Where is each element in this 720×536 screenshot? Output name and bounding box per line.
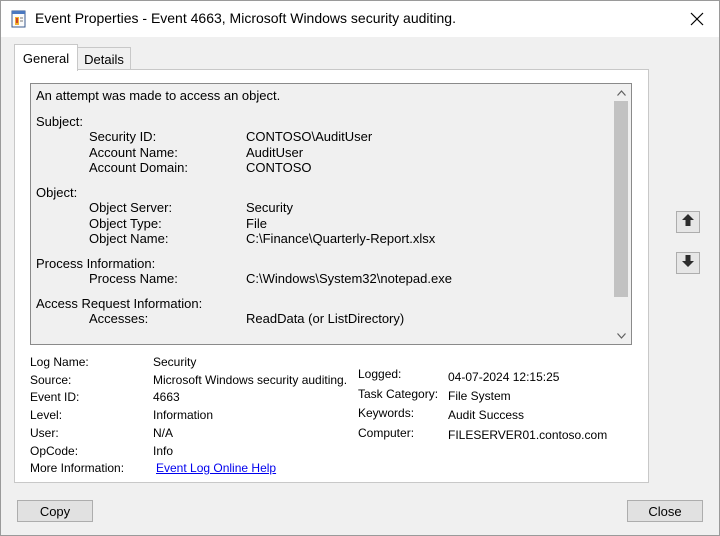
tab-details[interactable]: Details bbox=[77, 47, 131, 71]
section-heading-subject: Subject: bbox=[36, 113, 83, 129]
keywords-value: Audit Success bbox=[448, 408, 525, 422]
field-value: C:\Finance\Quarterly-Report.xlsx bbox=[246, 231, 436, 246]
level-value: Information bbox=[153, 408, 214, 422]
event-description-text: An attempt was made to access an object.… bbox=[36, 88, 611, 327]
more-information-label: More Information: bbox=[30, 461, 125, 475]
computer-value: FILESERVER01.contoso.com bbox=[448, 428, 608, 442]
event-id-value: 4663 bbox=[153, 390, 180, 404]
keywords-label: Keywords: bbox=[358, 406, 415, 420]
section-heading-object: Object: bbox=[36, 184, 78, 200]
section-heading-access-request: Access Request Information: bbox=[36, 295, 203, 311]
event-id-label: Event ID: bbox=[30, 390, 80, 404]
logged-value: 04-07-2024 12:15:25 bbox=[448, 370, 560, 384]
description-scrollbar[interactable] bbox=[612, 84, 630, 344]
field-value: File bbox=[246, 215, 267, 231]
field-value: CONTOSO\AuditUser bbox=[246, 129, 373, 144]
opcode-value: Info bbox=[153, 444, 174, 458]
field-label: Accesses: bbox=[89, 311, 149, 326]
field-value: AuditUser bbox=[246, 144, 304, 160]
event-properties-window: Event Properties - Event 4663, Microsoft… bbox=[0, 0, 720, 536]
field-value: C:\Windows\System32\notepad.exe bbox=[246, 271, 452, 286]
task-category-value: File System bbox=[448, 389, 511, 403]
opcode-label: OpCode: bbox=[30, 444, 79, 458]
close-button[interactable]: Close bbox=[627, 500, 703, 522]
tab-general[interactable]: General bbox=[14, 44, 78, 71]
copy-button[interactable]: Copy bbox=[17, 500, 93, 522]
log-name-value: Security bbox=[153, 355, 197, 369]
level-label: Level: bbox=[30, 408, 63, 422]
event-description-box[interactable]: An attempt was made to access an object.… bbox=[30, 83, 632, 345]
user-value: N/A bbox=[153, 426, 174, 440]
field-label: Object Type: bbox=[89, 215, 162, 231]
source-value: Microsoft Windows security auditing. bbox=[153, 373, 348, 387]
next-event-button[interactable] bbox=[676, 252, 700, 274]
field-value: ReadData (or ListDirectory) bbox=[246, 311, 405, 326]
field-value: Security bbox=[246, 200, 293, 215]
previous-event-button[interactable] bbox=[676, 211, 700, 233]
field-label: Process Name: bbox=[89, 271, 178, 286]
arrow-up-icon bbox=[681, 213, 695, 232]
field-label: Object Server: bbox=[89, 200, 173, 215]
computer-label: Computer: bbox=[358, 426, 415, 440]
field-label: Object Name: bbox=[89, 231, 169, 246]
event-log-online-help-link[interactable]: Event Log Online Help bbox=[156, 461, 276, 475]
description-intro: An attempt was made to access an object. bbox=[36, 88, 281, 103]
field-value: CONTOSO bbox=[246, 160, 312, 175]
logged-label: Logged: bbox=[358, 367, 402, 381]
field-label: Security ID: bbox=[89, 129, 157, 144]
section-heading-process: Process Information: bbox=[36, 255, 156, 271]
scroll-down-arrow-icon[interactable] bbox=[612, 327, 630, 344]
field-label: Account Domain: bbox=[89, 160, 188, 175]
title-bar: Event Properties - Event 4663, Microsoft… bbox=[1, 1, 719, 37]
field-label: Account Name: bbox=[89, 144, 178, 160]
scroll-up-arrow-icon[interactable] bbox=[612, 84, 630, 101]
log-name-label: Log Name: bbox=[30, 355, 89, 369]
event-viewer-icon bbox=[11, 10, 27, 28]
scroll-thumb[interactable] bbox=[614, 101, 628, 297]
task-category-label: Task Category: bbox=[358, 387, 439, 401]
user-label: User: bbox=[30, 426, 59, 440]
arrow-down-icon bbox=[681, 254, 695, 273]
window-title: Event Properties - Event 4663, Microsoft… bbox=[35, 10, 456, 26]
source-label: Source: bbox=[30, 373, 72, 387]
close-icon[interactable] bbox=[677, 5, 717, 33]
